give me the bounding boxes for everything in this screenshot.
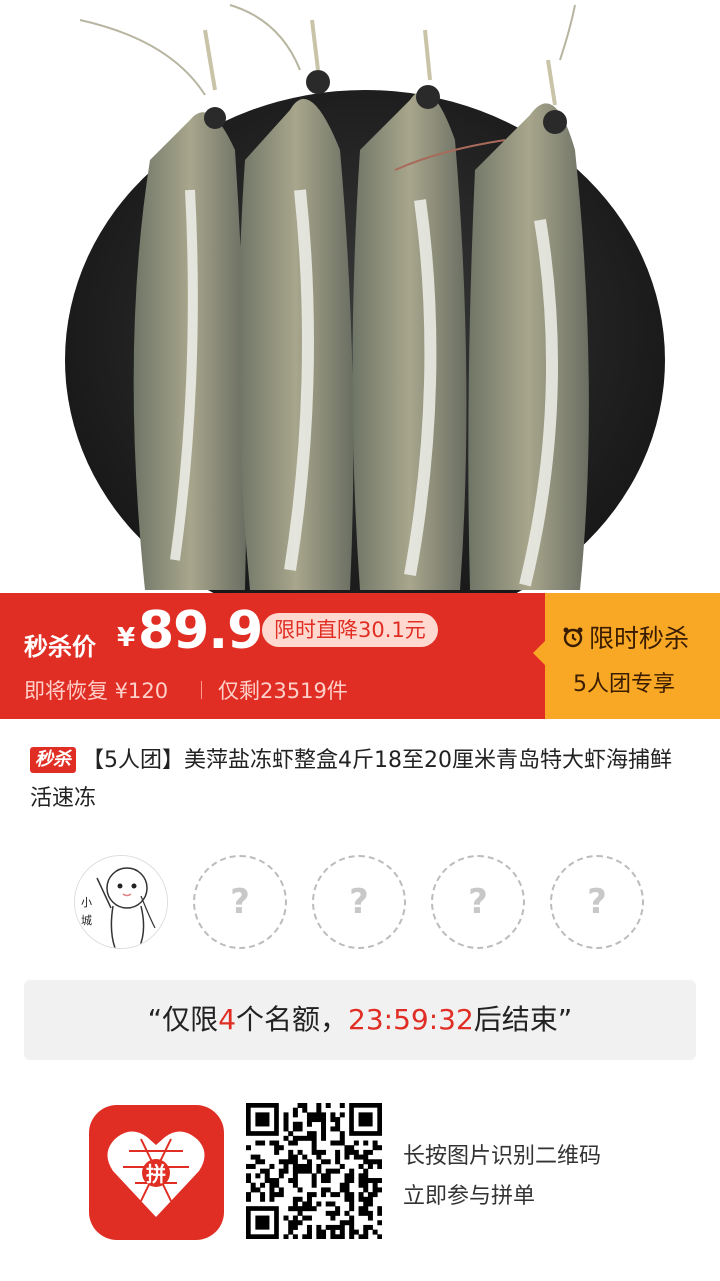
qr-instruction: 长按图片识别二维码 (403, 1144, 602, 1169)
countdown-timer: 23:59:32 (348, 1003, 474, 1036)
quota-count: 4 (218, 1003, 237, 1036)
question-mark-icon: ? (230, 882, 250, 922)
flash-sale-section: 限时秒杀 5人团专享 (533, 593, 720, 719)
question-mark-icon: ? (349, 882, 369, 922)
product-title-text: 【5人团】美萍盐冻虾整盒4斤18至20厘米青岛特大虾海捕鲜活速冻 (30, 748, 672, 811)
price-drop-badge: 限时直降30.1元 (262, 613, 438, 647)
flash-price-label: 秒杀价 (24, 633, 96, 661)
currency-symbol: ¥ (117, 623, 136, 653)
pinduoduo-logo-icon: 拼 (89, 1105, 224, 1240)
qr-code[interactable] (246, 1103, 383, 1240)
original-price-note: 即将恢复 ¥120 (24, 679, 169, 703)
join-group-instruction: 立即参与拼单 (403, 1184, 536, 1209)
svg-text:小: 小 (81, 896, 92, 909)
avatar: 小 城 (74, 855, 168, 949)
group-members: 小 城 ? ? ? ? (74, 855, 654, 951)
price-banner: 秒杀价 ¥ 89.9 限时直降30.1元 即将恢复 ¥120 仅剩23519件 … (0, 593, 720, 719)
quota-text-open: “仅限 (147, 1003, 219, 1036)
product-image[interactable] (0, 0, 720, 593)
flash-sale-tag: 秒杀 (30, 747, 76, 773)
empty-slot: ? (431, 855, 525, 949)
quota-text-close: 后结束” (473, 1003, 573, 1036)
question-mark-icon: ? (468, 882, 488, 922)
flash-sale-title: 限时秒杀 (561, 619, 689, 655)
question-mark-icon: ? (587, 882, 607, 922)
empty-slot: ? (193, 855, 287, 949)
svg-text:拼: 拼 (146, 1162, 166, 1186)
group-exclusive-label: 5人团专享 (573, 672, 675, 697)
flash-price-section: 秒杀价 ¥ 89.9 限时直降30.1元 即将恢复 ¥120 仅剩23519件 (0, 593, 545, 719)
quota-countdown: “仅限4个名额，23:59:32后结束” (24, 980, 696, 1060)
flash-sale-label: 限时秒杀 (589, 624, 690, 653)
product-title: 秒杀 【5人团】美萍盐冻虾整盒4斤18至20厘米青岛特大虾海捕鲜活速冻 (30, 742, 690, 818)
flash-price: 89.9 (138, 601, 263, 661)
alarm-clock-icon (561, 625, 585, 655)
stock-remaining: 仅剩23519件 (218, 679, 348, 703)
cartoon-avatar-icon: 小 城 (75, 856, 167, 948)
empty-slot: ? (550, 855, 644, 949)
empty-slot: ? (312, 855, 406, 949)
quota-text-middle: 个名额， (236, 1003, 349, 1036)
divider (201, 681, 202, 699)
svg-text:城: 城 (81, 914, 92, 927)
qr-code-icon (246, 1103, 383, 1240)
